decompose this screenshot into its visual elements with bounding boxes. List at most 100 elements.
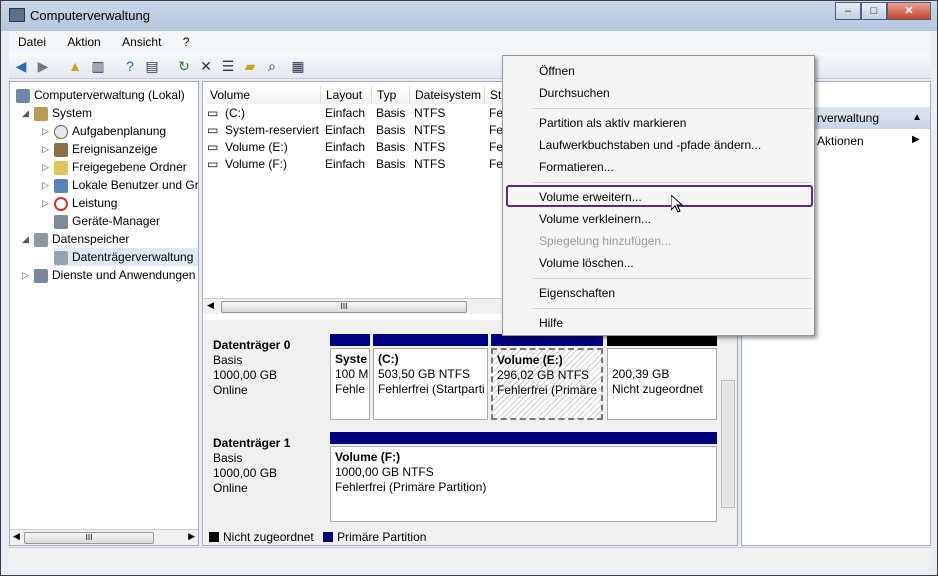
- mouse-cursor-icon: [671, 195, 683, 213]
- menu-item-formatieren[interactable]: Formatieren...: [539, 157, 614, 177]
- menu-item-aktiv-markieren[interactable]: Partition als aktiv markieren: [539, 113, 686, 133]
- partition-f[interactable]: Volume (F:) 1000,00 GB NTFS Fehlerfrei (…: [330, 446, 717, 522]
- minimize-button[interactable]: –: [835, 2, 861, 20]
- partition-c[interactable]: (C:) 503,50 GB NTFS Fehlerfrei (Startpar…: [373, 348, 488, 420]
- partition-bar: [330, 334, 370, 346]
- column-header-layout[interactable]: Layout: [321, 86, 372, 104]
- tree-item-system[interactable]: ◢ System: [22, 104, 92, 122]
- menu-item-volume-loeschen[interactable]: Volume löschen...: [539, 253, 634, 273]
- disk-icon: [54, 250, 68, 265]
- column-header-dateisystem[interactable]: Dateisystem: [410, 86, 485, 104]
- maximize-button[interactable]: □: [861, 2, 887, 20]
- menu-item-hilfe[interactable]: Hilfe: [539, 313, 563, 333]
- tree-item-lokale-benutzer[interactable]: ▷ Lokale Benutzer und Gr: [42, 176, 198, 194]
- cell-layout: Einfach: [325, 157, 366, 171]
- menu-aktion[interactable]: Aktion: [58, 31, 109, 53]
- menu-item-volume-erweitern[interactable]: Volume erweitern...: [539, 187, 642, 207]
- disk-1-state: Online: [213, 481, 248, 495]
- navigation-tree: Computerverwaltung (Lokal) ◢ System ▷ Aufg…: [9, 81, 199, 546]
- status-bar: [9, 547, 931, 569]
- help-icon[interactable]: ?: [121, 57, 139, 75]
- actions-more-item[interactable]: Aktionen ▶: [817, 134, 920, 148]
- delete-icon[interactable]: ✕: [197, 57, 215, 75]
- cell-typ: Basis: [376, 140, 406, 154]
- action-pane-icon[interactable]: ▤: [143, 57, 161, 75]
- up-folder-icon[interactable]: ▲: [66, 57, 84, 75]
- close-button[interactable]: ✕: [887, 2, 931, 20]
- disk-view-vertical-scrollbar[interactable]: [721, 380, 735, 508]
- partition-title: (C:): [378, 352, 399, 366]
- open-folder-icon[interactable]: ▰: [241, 57, 259, 75]
- disk-0-name: Datenträger 0: [213, 338, 291, 352]
- column-header-volume[interactable]: Volume: [205, 86, 321, 104]
- settings-icon[interactable]: ▦: [289, 57, 307, 75]
- cell-layout: Einfach: [325, 123, 366, 137]
- scroll-left-icon[interactable]: ◀: [207, 300, 214, 311]
- scroll-right-icon[interactable]: ▶: [188, 531, 195, 542]
- tree-item-freigegebene-ordner[interactable]: ▷ Freigegebene Ordner: [42, 158, 187, 176]
- drive-icon: ▭: [207, 140, 219, 154]
- tree-item-leistung[interactable]: ▷ Leistung: [42, 194, 117, 212]
- partition-status: Fehlerfrei (Primäre: [497, 383, 598, 397]
- storage-icon: [34, 232, 48, 247]
- tree-item-datenspeicher[interactable]: ◢ Datenspeicher: [22, 230, 129, 248]
- event-icon: [54, 142, 68, 157]
- menu-item-laufwerkbuchstaben[interactable]: Laufwerkbuchstaben und -pfade ändern...: [539, 135, 761, 155]
- tree-item-ereignisanzeige[interactable]: ▷ Ereignisanzeige: [42, 140, 157, 158]
- cell-typ: Basis: [376, 157, 406, 171]
- scroll-thumb[interactable]: III: [221, 301, 467, 313]
- menu-ansicht[interactable]: Ansicht: [113, 31, 170, 53]
- column-header-typ[interactable]: Typ: [372, 86, 410, 104]
- partition-status: Fehlerfrei (Startparti: [378, 382, 485, 396]
- partition-size: 100 M: [335, 367, 369, 381]
- partition-e[interactable]: Volume (E:) 296,02 GB NTFS Fehlerfrei (P…: [491, 348, 603, 420]
- scroll-thumb[interactable]: III: [24, 532, 154, 544]
- menu-item-volume-verkleinern[interactable]: Volume verkleinern...: [539, 209, 651, 229]
- disk-0-state: Online: [213, 383, 248, 397]
- menu-datei[interactable]: Datei: [9, 31, 55, 53]
- partition-unallocated[interactable]: 200,39 GB Nicht zugeordnet: [607, 348, 717, 420]
- back-icon[interactable]: ◀: [12, 57, 30, 75]
- menu-item-durchsuchen[interactable]: Durchsuchen: [539, 83, 610, 103]
- tree-item-computerverwaltung[interactable]: Computerverwaltung (Lokal): [16, 86, 185, 104]
- menu-item-oeffnen[interactable]: Öffnen: [539, 61, 575, 81]
- partition-title: Volume (F:): [335, 450, 401, 464]
- tree-item-geraete-manager[interactable]: Geräte-Manager: [54, 212, 160, 230]
- partition-title: Syste: [335, 352, 368, 366]
- cell-dateisystem: NTFS: [414, 106, 446, 120]
- unallocated-swatch: [209, 532, 219, 542]
- disk-0-label[interactable]: Datenträger 0 Basis 1000,00 GB Online: [207, 334, 324, 422]
- forward-icon[interactable]: ▶: [34, 57, 52, 75]
- refresh-icon[interactable]: ↻: [175, 57, 193, 75]
- disk-1-type: Basis: [213, 451, 243, 465]
- properties-icon[interactable]: ☰: [219, 57, 237, 75]
- tree-item-aufgabenplanung[interactable]: ▷ Aufgabenplanung: [42, 122, 166, 140]
- no-icon: [54, 196, 68, 211]
- title-bar: Computerverwaltung – □ ✕: [1, 1, 937, 31]
- cell-layout: Einfach: [325, 106, 366, 120]
- collapse-icon[interactable]: ▲: [912, 107, 922, 129]
- device-icon: [54, 214, 68, 229]
- menu-help[interactable]: ?: [174, 31, 199, 53]
- cell-volume: Volume (F:): [225, 157, 288, 171]
- search-icon[interactable]: ⌕: [263, 57, 281, 75]
- legend-unallocated: Nicht zugeordnet: [223, 530, 314, 544]
- menu-item-eigenschaften[interactable]: Eigenschaften: [539, 283, 615, 303]
- partition-status: Nicht zugeordnet: [612, 382, 703, 396]
- menu-item-spiegelung: Spiegelung hinzufügen...: [539, 234, 672, 248]
- tree-item-datentraegerverwaltung[interactable]: Datenträgerverwaltung: [54, 248, 198, 266]
- menu-separator: [533, 308, 812, 309]
- tree-horizontal-scrollbar[interactable]: ◀ III ▶: [10, 529, 198, 545]
- users-icon: [54, 178, 68, 193]
- disk-0-size: 1000,00 GB: [213, 368, 278, 382]
- context-menu: Öffnen Durchsuchen Partition als aktiv m…: [502, 55, 815, 336]
- partition-system-reserved[interactable]: Syste 100 M Fehle: [330, 348, 370, 420]
- disk-1-label[interactable]: Datenträger 1 Basis 1000,00 GB Online: [207, 432, 324, 520]
- cell-typ: Basis: [376, 123, 406, 137]
- tree-item-dienste[interactable]: ▷ Dienste und Anwendungen: [22, 266, 195, 284]
- partition-size: 503,50 GB NTFS: [378, 367, 471, 381]
- show-tree-icon[interactable]: ▥: [89, 57, 107, 75]
- partition-size: 296,02 GB NTFS: [497, 368, 590, 382]
- app-icon: [9, 8, 25, 22]
- scroll-left-icon[interactable]: ◀: [13, 531, 20, 542]
